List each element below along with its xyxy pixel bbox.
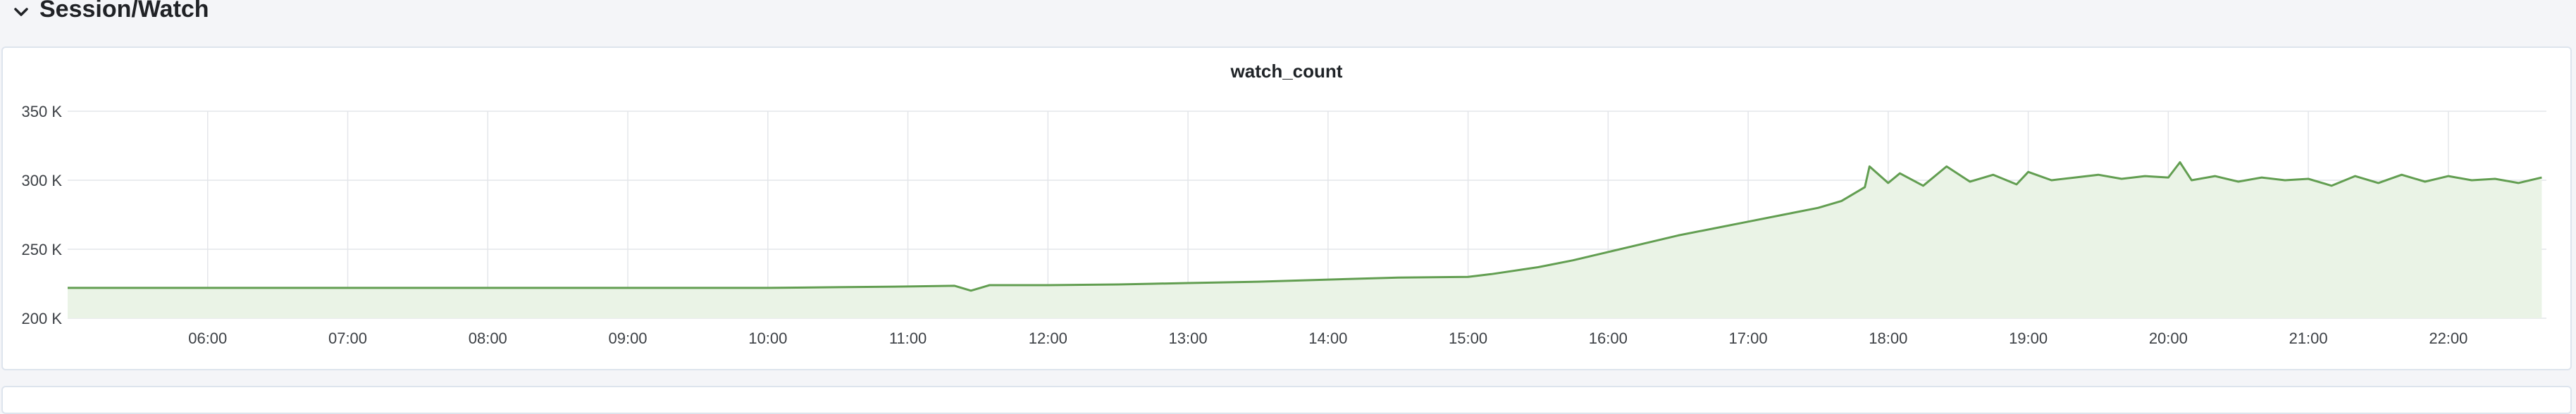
x-tick-label: 07:00 <box>328 330 367 347</box>
x-tick-label: 15:00 <box>1449 330 1487 347</box>
x-tick-label: 13:00 <box>1169 330 1208 347</box>
x-tick-label: 11:00 <box>889 330 927 347</box>
y-tick-label: 300 K <box>22 172 63 189</box>
x-tick-label: 14:00 <box>1308 330 1347 347</box>
graph-panel: watch_count 200 K 250 K 300 K 350 K 06:00 07:… <box>1 46 2572 370</box>
x-tick-label: 21:00 <box>2289 330 2328 347</box>
chevron-down-icon[interactable] <box>11 3 31 23</box>
x-tick-label: 09:00 <box>608 330 647 347</box>
x-tick-label: 08:00 <box>469 330 507 347</box>
series-area <box>68 162 2542 318</box>
x-tick-label: 18:00 <box>1869 330 1907 347</box>
x-tick-label: 16:00 <box>1589 330 1628 347</box>
x-tick-label: 19:00 <box>2009 330 2048 347</box>
x-tick-label: 12:00 <box>1029 330 1067 347</box>
x-tick-label: 10:00 <box>748 330 787 347</box>
row-header[interactable]: Session/Watch <box>0 0 2576 45</box>
row-title: Session/Watch <box>39 0 209 23</box>
y-tick-label: 250 K <box>22 241 63 258</box>
y-tick-label: 350 K <box>22 103 63 120</box>
y-tick-label: 200 K <box>22 310 63 327</box>
x-tick-label: 20:00 <box>2149 330 2188 347</box>
x-tick-label: 17:00 <box>1729 330 1768 347</box>
next-panel-edge <box>1 386 2572 414</box>
x-tick-label: 22:00 <box>2429 330 2467 347</box>
watch-count-chart: 200 K 250 K 300 K 350 K 06:00 07:00 08:00 09:00… <box>22 103 2546 347</box>
x-tick-label: 06:00 <box>188 330 227 347</box>
